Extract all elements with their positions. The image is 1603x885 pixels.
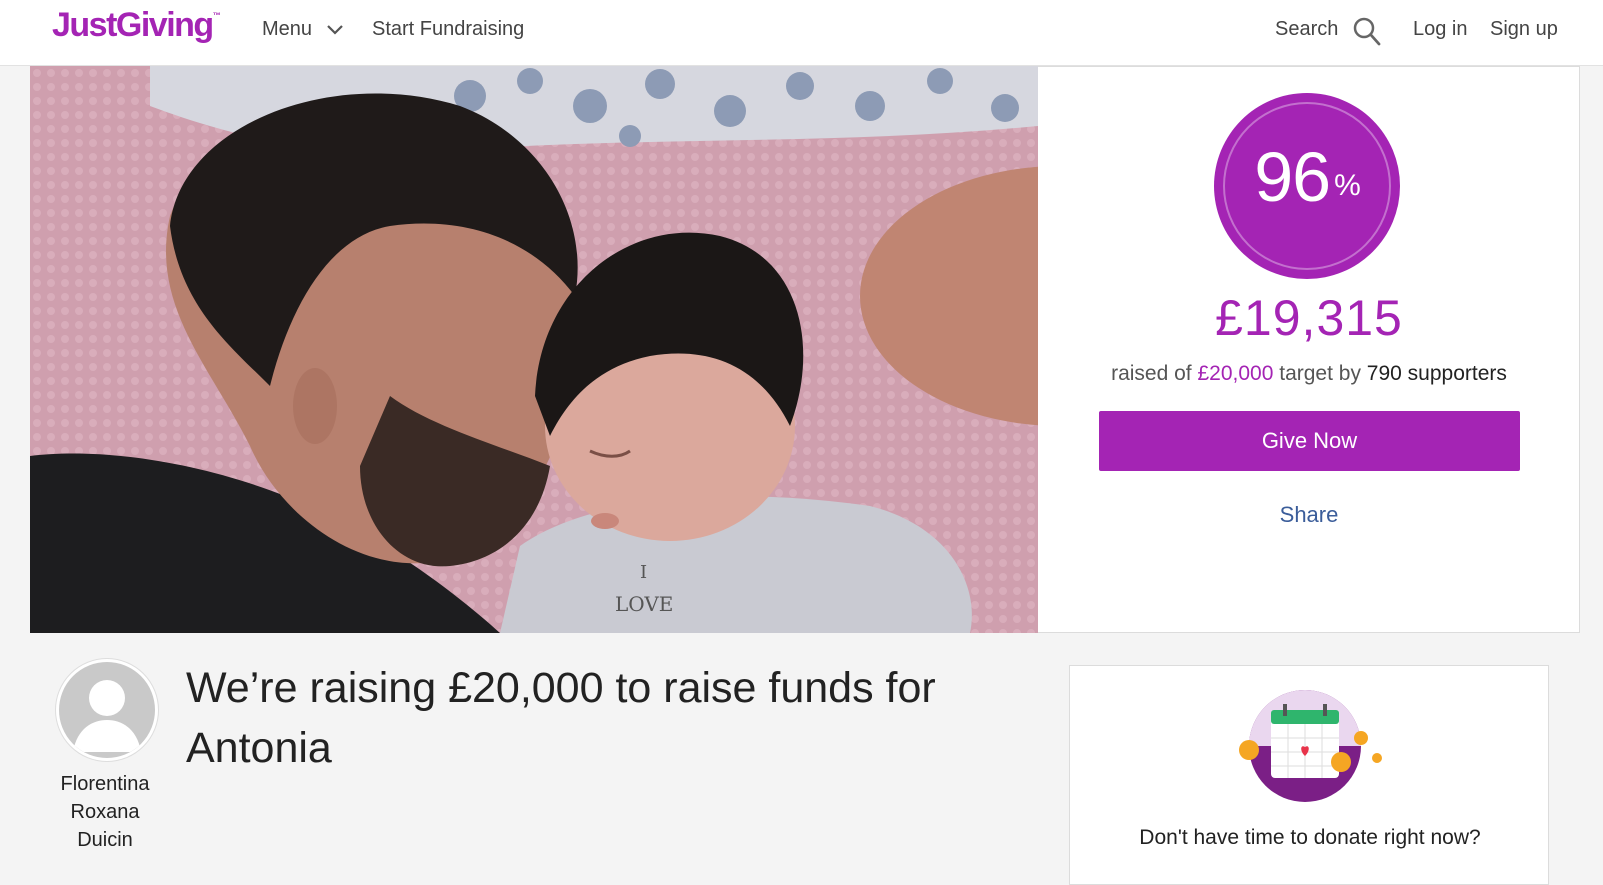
raised-summary: raised of £20,000 target by 790 supporte…: [1038, 362, 1580, 386]
login-link[interactable]: Log in: [1413, 18, 1468, 41]
page-title: We’re raising £20,000 to raise funds for…: [186, 664, 936, 772]
shirt-text-1: I: [640, 562, 647, 583]
hero-photo-illustration: I LOVE: [30, 66, 1038, 633]
owner-name-line2: Roxana: [70, 801, 140, 823]
default-user-icon: [73, 680, 141, 752]
hero-photo: I LOVE: [30, 66, 1038, 633]
amount-raised: £19,315: [1215, 290, 1403, 346]
start-fundraising-link[interactable]: Start Fundraising: [372, 18, 524, 41]
supporters-count: 790 supporters: [1366, 362, 1507, 385]
shirt-text-2: LOVE: [615, 592, 673, 616]
logo-trademark: ™: [212, 10, 221, 20]
summary-mid: target by: [1273, 362, 1367, 385]
promo-text: Don't have time to donate right now?: [1139, 826, 1481, 849]
menu-label: Menu: [262, 18, 313, 40]
owner-name-line3: Duicin: [77, 829, 133, 851]
donate-later-card: Don't have time to donate right now?: [1069, 665, 1549, 885]
owner-name-line1: Florentina: [60, 773, 150, 795]
give-now-button[interactable]: Give Now: [1099, 411, 1520, 471]
justgiving-logo[interactable]: JustGiving™: [52, 6, 221, 45]
chevron-down-icon: [326, 24, 343, 35]
avatar[interactable]: [56, 659, 158, 761]
donation-summary-card: 96% £19,315 raised of £20,000 target by …: [1038, 66, 1580, 633]
share-link[interactable]: Share: [1038, 502, 1580, 528]
percent-sign: %: [1334, 169, 1361, 202]
summary-prefix: raised of: [1111, 362, 1198, 385]
page-owner-name[interactable]: Florentina Roxana Duicin: [40, 770, 170, 854]
calendar-reminder-icon: [1239, 690, 1382, 802]
progress-percent: 96%: [1214, 137, 1400, 226]
search-icon[interactable]: [1352, 16, 1382, 48]
progress-ring: 96%: [1214, 93, 1400, 279]
logo-text: JustGiving: [52, 6, 214, 44]
percent-value: 96: [1254, 138, 1331, 216]
signup-link[interactable]: Sign up: [1490, 18, 1558, 41]
target-amount: £20,000: [1197, 362, 1274, 385]
search-link[interactable]: Search: [1275, 18, 1338, 41]
menu-dropdown[interactable]: Menu: [262, 18, 344, 41]
top-navigation-bar: JustGiving™ Menu Start Fundraising Searc…: [0, 0, 1603, 66]
